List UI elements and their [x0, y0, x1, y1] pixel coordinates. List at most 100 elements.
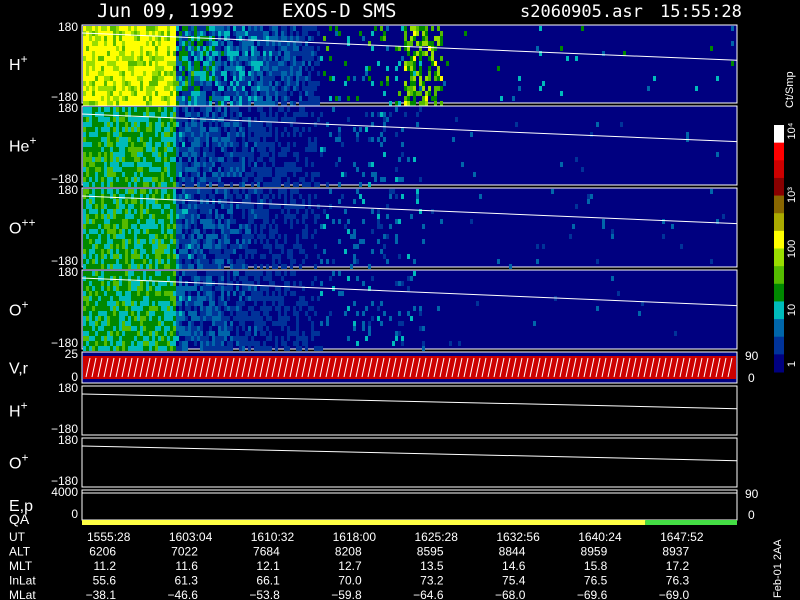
panel-2: O++180−180 — [9, 183, 738, 269]
ephemeris-value: −53.8 — [249, 588, 280, 600]
y-top-6: 180 — [58, 433, 78, 447]
ephemeris-value: 70.0 — [338, 574, 362, 588]
colorbar-segment — [774, 230, 784, 249]
colorbar-tick-label: 10⁴ — [786, 122, 798, 139]
colorbar-segment — [774, 142, 784, 161]
ephemeris-value: 75.4 — [502, 574, 526, 588]
panel-7: E,pQA40000900 — [9, 485, 759, 527]
colorbar-segment — [774, 354, 784, 373]
colorbar-segment — [774, 213, 784, 232]
ephemeris-value: 8937 — [662, 545, 689, 559]
ephemeris-value: 7684 — [253, 545, 280, 559]
header-date: Jun 09, 1992 — [97, 0, 234, 22]
panels: H+180−180He+180−180O++180−180O+180−180V,… — [9, 20, 759, 527]
ephemeris-value: 76.5 — [584, 574, 608, 588]
y-top-3: 180 — [58, 265, 78, 279]
colorbar-segment — [774, 336, 784, 355]
colorbar-unit: Ct/Smp — [784, 71, 796, 108]
y-top-5: 180 — [58, 381, 78, 395]
ephemeris-value: −64.6 — [413, 588, 444, 600]
header-time: 15:55:28 — [660, 2, 742, 22]
time-tick-label: 1640:24 — [578, 530, 622, 544]
ephemeris-value: 13.5 — [420, 559, 444, 573]
time-tick-label: 1632:56 — [496, 530, 540, 544]
time-tick-label: 1603:04 — [169, 530, 213, 544]
colorbar-segment — [774, 248, 784, 267]
time-tick-label: 1618:00 — [333, 530, 377, 544]
panel-label2-7: QA — [9, 511, 30, 527]
panel-0: H+180−180 — [9, 20, 738, 106]
ephemeris-value: 8208 — [335, 545, 362, 559]
colorbar-segment — [774, 266, 784, 285]
ephemeris-value: −69.0 — [659, 588, 690, 600]
ephemeris-value: 12.7 — [338, 559, 362, 573]
ephemeris-value: 17.2 — [666, 559, 690, 573]
ephemeris-value: 6206 — [89, 545, 116, 559]
panel-5: H+180−180 — [9, 381, 738, 436]
y-top-4: 25 — [65, 347, 79, 361]
ephemeris-row-name: ALT — [9, 545, 31, 559]
ephemeris-value: 8959 — [581, 545, 608, 559]
panel-charge-6: + — [21, 451, 28, 465]
ephemeris-value: 15.8 — [584, 559, 608, 573]
ephemeris-value: −59.8 — [331, 588, 362, 600]
ephemeris-value: 11.6 — [175, 559, 198, 573]
colorbar-tick-label: 100 — [786, 240, 798, 258]
header-file: s2060905.asr — [520, 2, 643, 22]
colorbar-segment — [774, 125, 784, 144]
ephemeris-value: −38.1 — [86, 588, 117, 600]
ephemeris-value: 14.6 — [502, 559, 526, 573]
colorbar-segment — [774, 195, 784, 214]
exos-d-sms-summary-plot: Jun 09, 1992 EXOS-D SMS s2060905.asr 15:… — [0, 0, 800, 600]
ephemeris-row-name: MLT — [9, 559, 33, 573]
time-tick-label: 1647:52 — [660, 530, 704, 544]
footer-stamp: Feb-01 2AA — [772, 539, 784, 598]
colorbar-segment — [774, 283, 784, 302]
ephemeris-value: 7022 — [171, 545, 198, 559]
time-tick-label: 1625:28 — [415, 530, 459, 544]
ephemeris-value: 12.1 — [256, 559, 280, 573]
right-bottom-4: 0 — [748, 371, 755, 385]
right-top-7: 90 — [745, 487, 759, 501]
ephemeris-value: 8844 — [499, 545, 526, 559]
ephemeris-value: 55.6 — [93, 574, 117, 588]
ephemeris-row-name: MLat — [9, 588, 36, 600]
y-bottom-7: 0 — [71, 507, 78, 521]
panel-charge-2: ++ — [21, 216, 35, 230]
ephemeris-value: −69.6 — [577, 588, 608, 600]
colorbar-tick-label: 10 — [786, 304, 798, 316]
y-top-7: 4000 — [51, 485, 78, 499]
header-mission: EXOS-D SMS — [282, 0, 396, 22]
colorbar-segment — [774, 301, 784, 320]
right-top-4: 90 — [745, 349, 759, 363]
right-bottom-7: 0 — [748, 508, 755, 522]
ephemeris-value: −68.0 — [495, 588, 526, 600]
colorbar-segment — [774, 319, 784, 338]
panel-4: V,r250900 — [9, 347, 759, 385]
colorbar-segment — [774, 177, 784, 197]
panel-6: O+180−180 — [9, 433, 738, 488]
ephemeris-row-name: UT — [9, 530, 26, 544]
colorbar-tick-label: 10³ — [786, 187, 798, 203]
ephemeris-row-name: InLat — [9, 574, 36, 588]
panel-charge-1: + — [29, 134, 36, 148]
y-top-2: 180 — [58, 183, 78, 197]
ephemeris-value: 73.2 — [420, 574, 444, 588]
y-top-0: 180 — [58, 20, 78, 34]
panel-charge-3: + — [21, 298, 28, 312]
time-tick-label: 1610:32 — [251, 530, 295, 544]
ephemeris-value: −46.6 — [168, 588, 199, 600]
colorbar-tick-label: 1 — [786, 361, 798, 367]
panel-label-4: V,r — [9, 361, 29, 378]
panel-3: O+180−180 — [9, 265, 738, 351]
y-top-1: 180 — [58, 101, 78, 115]
panel-charge-0: + — [21, 52, 28, 66]
ephemeris-value: 61.3 — [175, 574, 199, 588]
colorbar-segment — [774, 160, 784, 179]
ephemeris-value: 11.2 — [94, 559, 117, 573]
panel-charge-5: + — [21, 399, 28, 413]
ephemeris-value: 8595 — [417, 545, 444, 559]
ephemeris-value: 66.1 — [256, 574, 280, 588]
time-tick-label: 1555:28 — [87, 530, 131, 544]
panel-1: He+180−180 — [9, 101, 738, 187]
